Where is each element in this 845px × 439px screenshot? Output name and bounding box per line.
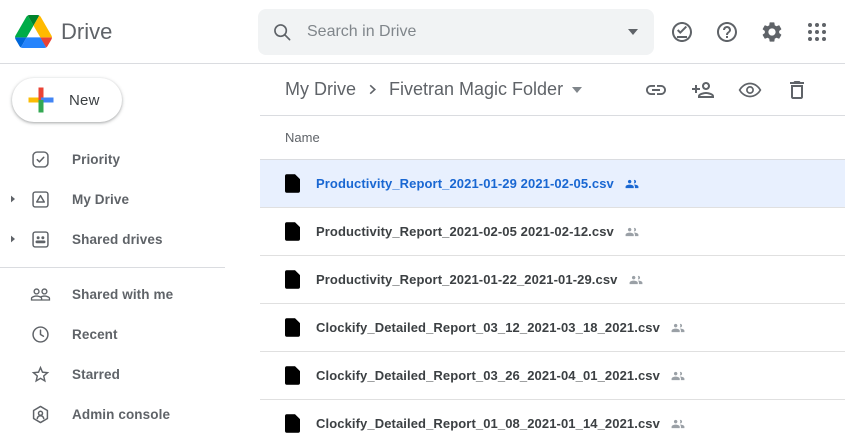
file-row[interactable]: Productivity_Report_2021-01-22_2021-01-2… (260, 256, 845, 304)
file-name: Clockify_Detailed_Report_03_26_2021-04_0… (316, 368, 660, 383)
search-input[interactable] (305, 22, 628, 42)
expand-arrow-icon[interactable] (5, 191, 21, 207)
top-header: Drive (0, 0, 845, 64)
sidebar-item-label: Starred (72, 367, 120, 382)
file-name: Clockify_Detailed_Report_03_12_2021-03_1… (316, 320, 660, 335)
plus-icon (26, 85, 56, 115)
shared-people-icon (623, 225, 641, 239)
search-icon (271, 21, 293, 43)
apps-grid-icon[interactable] (805, 20, 829, 44)
sidebar-item-label: Shared drives (72, 232, 163, 247)
file-name: Productivity_Report_2021-02-05 2021-02-1… (316, 224, 614, 239)
breadcrumb-current-folder[interactable]: Fivetran Magic Folder (389, 79, 563, 100)
file-row[interactable]: Clockify_Detailed_Report_03_26_2021-04_0… (260, 352, 845, 400)
shared-people-icon (669, 321, 687, 335)
sidebar-nav: Priority My Drive (0, 139, 260, 434)
sidebar-item-priority[interactable]: Priority (0, 139, 260, 179)
chevron-right-icon (367, 84, 378, 95)
search-options-dropdown-icon[interactable] (628, 29, 638, 35)
star-icon (30, 364, 51, 385)
shared-people-icon (669, 369, 687, 383)
shared-people-icon (623, 177, 641, 191)
new-button[interactable]: New (12, 78, 122, 122)
main-content: My Drive Fivetran Magic Folder (260, 64, 845, 439)
shared-people-icon (669, 417, 687, 431)
help-icon[interactable] (715, 20, 739, 44)
sidebar-item-starred[interactable]: Starred (0, 354, 260, 394)
folder-toolbar: My Drive Fivetran Magic Folder (260, 64, 845, 116)
clock-icon (30, 324, 51, 345)
csv-file-icon (285, 366, 300, 385)
file-name: Productivity_Report_2021-01-22_2021-01-2… (316, 272, 618, 287)
column-header-name[interactable]: Name (260, 116, 845, 160)
get-link-icon[interactable] (644, 78, 668, 102)
sidebar-item-label: Recent (72, 327, 118, 342)
file-row[interactable]: Productivity_Report_2021-02-05 2021-02-1… (260, 208, 845, 256)
sidebar-item-label: Priority (72, 152, 120, 167)
expand-arrow-icon[interactable] (5, 231, 21, 247)
settings-icon[interactable] (760, 20, 784, 44)
csv-file-icon (285, 222, 300, 241)
search-bar[interactable] (258, 9, 654, 55)
priority-icon (30, 149, 51, 170)
sidebar: New Priority (0, 64, 260, 439)
app-name: Drive (61, 19, 112, 45)
sidebar-item-my-drive[interactable]: My Drive (0, 179, 260, 219)
offline-status-icon[interactable] (670, 20, 694, 44)
people-icon (30, 284, 51, 305)
breadcrumb-my-drive[interactable]: My Drive (285, 79, 356, 100)
sidebar-item-label: Shared with me (72, 287, 173, 302)
column-header-label: Name (285, 130, 320, 145)
drive-logo-link[interactable]: Drive (0, 15, 258, 48)
csv-file-icon (285, 174, 300, 193)
sidebar-item-label: Admin console (72, 407, 170, 422)
file-row[interactable]: Clockify_Detailed_Report_01_08_2021-01_1… (260, 400, 845, 439)
sidebar-item-recent[interactable]: Recent (0, 314, 260, 354)
csv-file-icon (285, 270, 300, 289)
sidebar-item-shared-with-me[interactable]: Shared with me (0, 274, 260, 314)
shared-people-icon (627, 273, 645, 287)
new-button-label: New (69, 92, 100, 109)
file-name: Productivity_Report_2021-01-29 2021-02-0… (316, 176, 614, 191)
file-row[interactable]: Productivity_Report_2021-01-29 2021-02-0… (260, 160, 845, 208)
body: New Priority (0, 64, 845, 439)
admin-console-icon (30, 404, 51, 425)
sidebar-divider (0, 267, 225, 268)
google-drive-window: Drive (0, 0, 845, 439)
arrow-slot (5, 231, 21, 247)
file-row[interactable]: Clockify_Detailed_Report_03_12_2021-03_1… (260, 304, 845, 352)
arrow-slot (5, 191, 21, 207)
trash-icon[interactable] (785, 78, 809, 102)
preview-eye-icon[interactable] (738, 78, 762, 102)
csv-file-icon (285, 414, 300, 433)
my-drive-icon (30, 189, 51, 210)
sidebar-item-label: My Drive (72, 192, 129, 207)
file-name: Clockify_Detailed_Report_01_08_2021-01_1… (316, 416, 660, 431)
folder-dropdown-icon[interactable] (572, 87, 582, 93)
header-icon-group (670, 20, 845, 44)
toolbar-icon-group (644, 78, 809, 102)
add-person-icon[interactable] (691, 78, 715, 102)
drive-logo-icon (15, 15, 52, 48)
sidebar-item-admin-console[interactable]: Admin console (0, 394, 260, 434)
sidebar-item-shared-drives[interactable]: Shared drives (0, 219, 260, 259)
csv-file-icon (285, 318, 300, 337)
shared-drives-icon (30, 229, 51, 250)
